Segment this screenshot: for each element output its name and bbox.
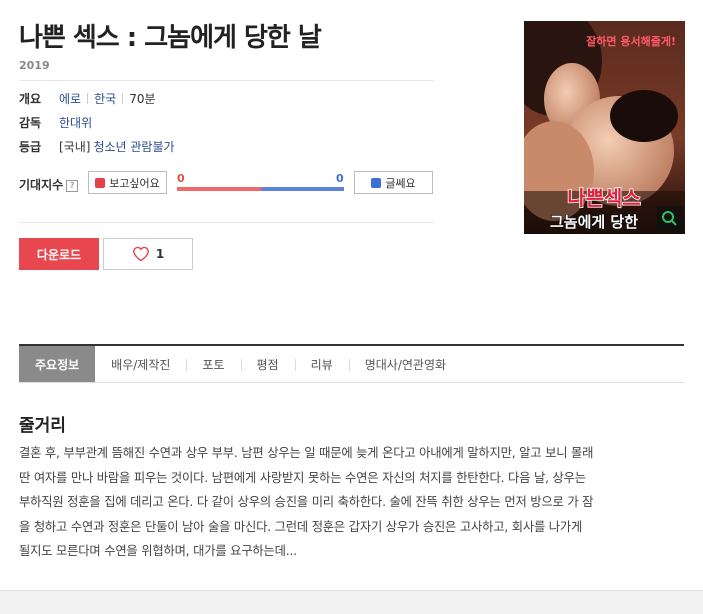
detail-tabs: 주요정보 배우/제작진 포토 평점 리뷰 명대사/연관영화 [19, 344, 684, 383]
genre-link[interactable]: 에로 [59, 90, 81, 107]
divider [87, 93, 89, 104]
tab-3[interactable]: 평점 [240, 346, 295, 382]
want-to-see-button[interactable]: 보고싶어요 [88, 171, 167, 194]
help-icon[interactable]: ? [66, 179, 79, 192]
divider [122, 93, 124, 104]
not-sure-button[interactable]: 글쎄요 [354, 171, 433, 194]
expectation-gauge [177, 187, 344, 191]
synopsis-text: 결혼 후, 부부관계 뜸해진 수연과 상우 부부. 남편 상우는 일 때문에 늦… [19, 441, 687, 564]
thumbs-up-icon [95, 177, 106, 188]
synopsis-line: 부하직원 정훈을 집에 데리고 온다. 다 같이 상우의 승진을 미리 축하한다… [19, 495, 594, 509]
expectation-label-wrap: 기대지수? [19, 176, 79, 193]
tab-5[interactable]: 명대사/연관영화 [348, 346, 462, 382]
want-to-see-label: 보고싶어요 [109, 176, 160, 190]
overview-row: 개요 에로 한국 70분 [19, 90, 156, 107]
rating-row: 등급 [국내] 청소년 관람불가 [19, 138, 175, 155]
director-label: 감독 [19, 116, 42, 130]
country-link[interactable]: 한국 [94, 90, 116, 107]
tab-0[interactable]: 주요정보 [19, 346, 96, 382]
not-sure-label: 글쎄요 [385, 176, 416, 190]
gauge-meh-fill [260, 187, 344, 191]
poster-title-line2: 그놈에게 당한 [550, 213, 638, 231]
heart-icon [132, 246, 149, 262]
rating-label: 등급 [19, 140, 42, 154]
poster-image: 잘하면 용서해줄게! 나쁜섹스 그놈에게 당한 [524, 21, 685, 234]
thumbs-down-icon [371, 177, 382, 188]
synopsis-line: 을 청하고 수연과 정훈은 단둘이 남아 술을 마신다. 그런데 정훈은 갑자기… [19, 519, 583, 534]
movie-poster[interactable]: 잘하면 용서해줄게! 나쁜섹스 그놈에게 당한 [524, 21, 685, 234]
tab-2[interactable]: 포토 [186, 346, 240, 382]
age-rating-link[interactable]: 청소년 관람불가 [93, 138, 174, 155]
tab-1[interactable]: 배우/제작진 [95, 346, 186, 382]
meh-count: 0 [336, 172, 344, 185]
synopsis-line: 딴 여자를 만나 바람을 피우는 것이다. 남편에게 사랑받지 못하는 수연은 … [19, 470, 586, 485]
rating-prefix: [국내] [59, 140, 91, 154]
expectation-label: 기대지수 [19, 178, 64, 192]
download-button[interactable]: 다운로드 [19, 238, 99, 270]
synopsis-line: 결혼 후, 부부관계 뜸해진 수연과 상우 부부. 남편 상우는 일 때문에 늦… [19, 446, 594, 460]
divider [19, 222, 434, 223]
overview-label: 개요 [19, 92, 42, 106]
footer-strip [0, 590, 703, 614]
synopsis-line: 될지도 모른다며 수연을 위협하며, 대가를 요구하는데... [19, 544, 297, 558]
director-link[interactable]: 한대위 [59, 114, 92, 131]
release-year: 2019 [19, 59, 50, 72]
tab-4[interactable]: 리뷰 [294, 346, 349, 382]
divider [19, 80, 434, 81]
runtime: 70분 [129, 92, 156, 106]
poster-title-line1: 나쁜섹스 [567, 186, 641, 210]
synopsis-title: 줄거리 [19, 416, 66, 436]
director-row: 감독 한대위 [19, 114, 92, 131]
gauge-want-fill [177, 187, 261, 191]
poster-tagline: 잘하면 용서해줄게! [586, 34, 676, 48]
want-count: 0 [177, 172, 185, 185]
like-count: 1 [155, 247, 165, 261]
movie-title: 나쁜 섹스 : 그놈에게 당한 날 [19, 23, 322, 53]
like-button[interactable]: 1 [103, 238, 193, 270]
